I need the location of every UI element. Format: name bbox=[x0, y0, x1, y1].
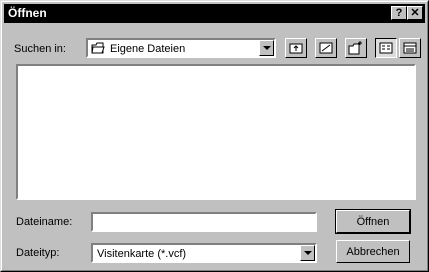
desktop-button[interactable] bbox=[315, 38, 337, 58]
open-button[interactable]: Öffnen bbox=[335, 209, 411, 234]
chevron-down-icon bbox=[304, 251, 312, 255]
new-folder-icon bbox=[348, 41, 362, 55]
filetype-dropdown[interactable]: Visitenkarte (*.vcf) bbox=[91, 243, 317, 263]
dialog-title: Öffnen bbox=[8, 6, 47, 20]
filetype-dropdown-button[interactable] bbox=[300, 245, 315, 261]
details-view-icon bbox=[403, 42, 417, 54]
cancel-button-label: Abbrechen bbox=[346, 246, 400, 258]
desktop-icon bbox=[319, 42, 333, 54]
open-button-label: Öffnen bbox=[356, 216, 390, 228]
details-view-button[interactable] bbox=[399, 38, 421, 58]
lookin-value: Eigene Dateien bbox=[110, 43, 186, 55]
filetype-label: Dateityp: bbox=[16, 247, 60, 259]
lookin-dropdown[interactable]: Eigene Dateien bbox=[86, 38, 276, 58]
filename-label: Dateiname: bbox=[16, 216, 73, 228]
filetype-value: Visitenkarte (*.vcf) bbox=[97, 248, 187, 260]
list-view-button[interactable] bbox=[375, 38, 397, 58]
title-bar[interactable]: Öffnen ? ✕ bbox=[4, 4, 425, 23]
list-view-icon bbox=[379, 42, 393, 54]
chevron-down-icon bbox=[263, 46, 271, 50]
lookin-label: Suchen in: bbox=[14, 43, 66, 55]
filename-input[interactable] bbox=[91, 212, 317, 232]
up-folder-icon bbox=[289, 43, 303, 54]
cancel-button[interactable]: Abbrechen bbox=[336, 240, 410, 263]
close-button[interactable]: ✕ bbox=[407, 6, 423, 20]
dialog-frame: Öffnen ? ✕ Suchen in: Eigene Dateien Dat… bbox=[1, 1, 428, 271]
open-dialog: Öffnen ? ✕ Suchen in: Eigene Dateien Dat… bbox=[0, 0, 429, 272]
folder-icon bbox=[91, 42, 105, 54]
file-list[interactable] bbox=[16, 64, 416, 200]
new-folder-button[interactable] bbox=[345, 38, 367, 58]
lookin-dropdown-button[interactable] bbox=[259, 40, 274, 56]
help-button[interactable]: ? bbox=[391, 6, 407, 20]
up-folder-button[interactable] bbox=[285, 38, 307, 58]
